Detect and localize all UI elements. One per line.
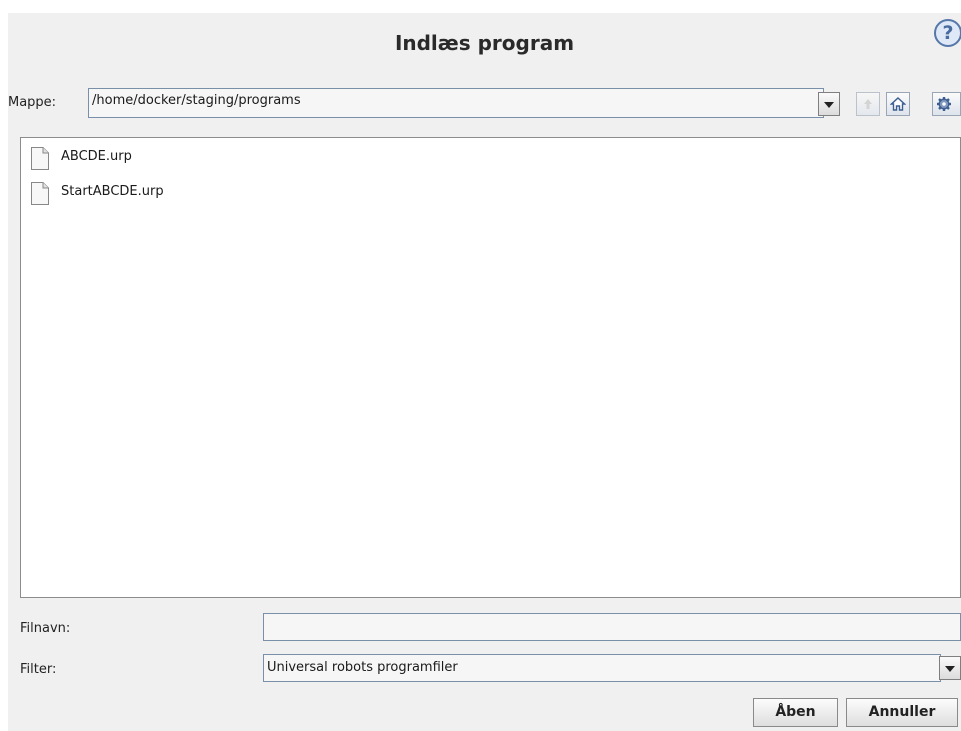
- filter-select[interactable]: Universal robots programfiler: [263, 654, 941, 682]
- cancel-button[interactable]: Annuller: [846, 698, 958, 727]
- up-folder-button[interactable]: [856, 92, 880, 116]
- dialog-title: Indlæs program: [394, 31, 575, 55]
- up-arrow-icon: [864, 99, 872, 109]
- chevron-down-icon: [824, 102, 834, 108]
- file-name: ABCDE.urp: [61, 149, 132, 164]
- filter-label: Filter:: [20, 662, 57, 677]
- file-icon: [31, 147, 49, 170]
- load-program-dialog: Indlæs program ? Mappe: /home/docker/sta…: [8, 13, 961, 731]
- filename-input[interactable]: [263, 613, 961, 641]
- home-folder-button[interactable]: [886, 92, 910, 116]
- home-icon: [890, 97, 906, 111]
- settings-button[interactable]: [932, 92, 961, 116]
- file-icon: [31, 182, 49, 205]
- gear-icon: [937, 97, 951, 111]
- folder-path-combobox[interactable]: /home/docker/staging/programs: [88, 88, 824, 118]
- open-button[interactable]: Åben: [753, 698, 838, 727]
- filter-dropdown-button[interactable]: [939, 656, 961, 680]
- folder-dropdown-button[interactable]: [818, 92, 840, 116]
- folder-label: Mappe:: [8, 95, 57, 110]
- file-name: StartABCDE.urp: [61, 184, 164, 199]
- chevron-down-icon: [945, 666, 955, 672]
- help-icon[interactable]: ?: [934, 19, 961, 47]
- file-list[interactable]: ABCDE.urp StartABCDE.urp: [20, 137, 961, 598]
- filter-selected-value: Universal robots programfiler: [267, 660, 458, 675]
- filename-label: Filnavn:: [20, 621, 71, 636]
- folder-path-value: /home/docker/staging/programs: [92, 93, 301, 108]
